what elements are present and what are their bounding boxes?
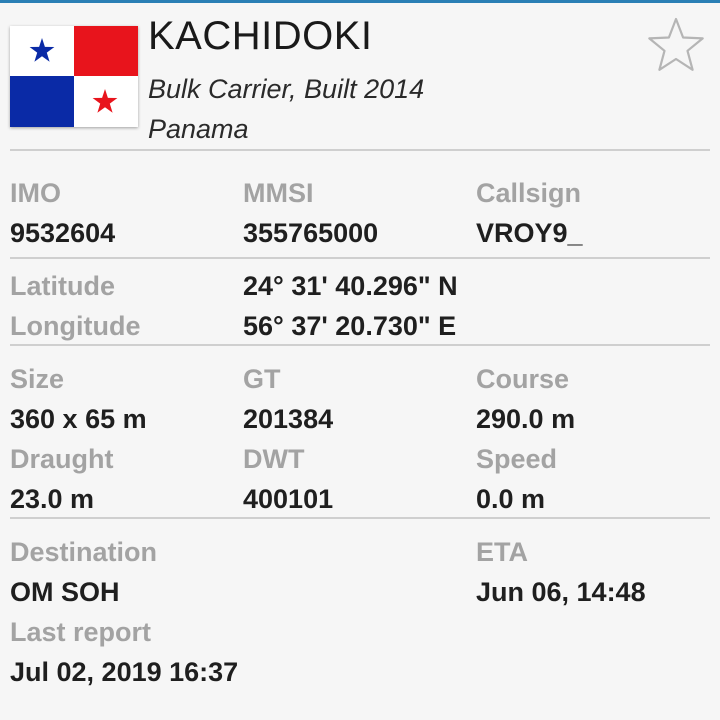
- vessel-flag-country: Panama: [148, 114, 249, 144]
- destination-label: Destination: [10, 537, 158, 567]
- divider: [10, 257, 710, 259]
- callsign-label: Callsign: [476, 178, 582, 208]
- last-report-value: Jul 02, 2019 16:37: [10, 657, 239, 687]
- mmsi-value: 355765000: [243, 218, 379, 248]
- destination-value: OM SOH: [10, 577, 120, 607]
- eta-value: Jun 06, 14:48: [476, 577, 646, 607]
- latitude-label: Latitude: [10, 271, 115, 301]
- favorite-star-icon[interactable]: [646, 16, 706, 74]
- dwt-label: DWT: [243, 444, 305, 474]
- divider: [10, 517, 710, 519]
- last-report-label: Last report: [10, 617, 152, 647]
- gt-value: 201384: [243, 404, 334, 434]
- mmsi-label: MMSI: [243, 178, 314, 208]
- eta-label: ETA: [476, 537, 528, 567]
- size-value: 360 x 65 m: [10, 404, 147, 434]
- vessel-type-built: Bulk Carrier, Built 2014: [148, 74, 425, 104]
- speed-label: Speed: [476, 444, 558, 474]
- gt-label: GT: [243, 364, 281, 394]
- imo-label: IMO: [10, 178, 61, 208]
- longitude-label: Longitude: [10, 311, 141, 341]
- size-label: Size: [10, 364, 65, 394]
- draught-value: 23.0 m: [10, 484, 95, 514]
- longitude-value: 56° 37' 20.730" E: [243, 311, 457, 341]
- draught-label: Draught: [10, 444, 114, 474]
- course-value: 290.0 m: [476, 404, 576, 434]
- divider: [10, 149, 710, 151]
- latitude-value: 24° 31' 40.296" N: [243, 271, 458, 301]
- callsign-value: VROY9_: [476, 218, 583, 248]
- speed-value: 0.0 m: [476, 484, 546, 514]
- course-label: Course: [476, 364, 570, 394]
- top-accent-line: [0, 0, 720, 3]
- imo-value: 9532604: [10, 218, 116, 248]
- vessel-name: KACHIDOKI: [148, 14, 373, 58]
- dwt-value: 400101: [243, 484, 334, 514]
- panama-flag-icon: [10, 26, 138, 127]
- divider: [10, 344, 710, 346]
